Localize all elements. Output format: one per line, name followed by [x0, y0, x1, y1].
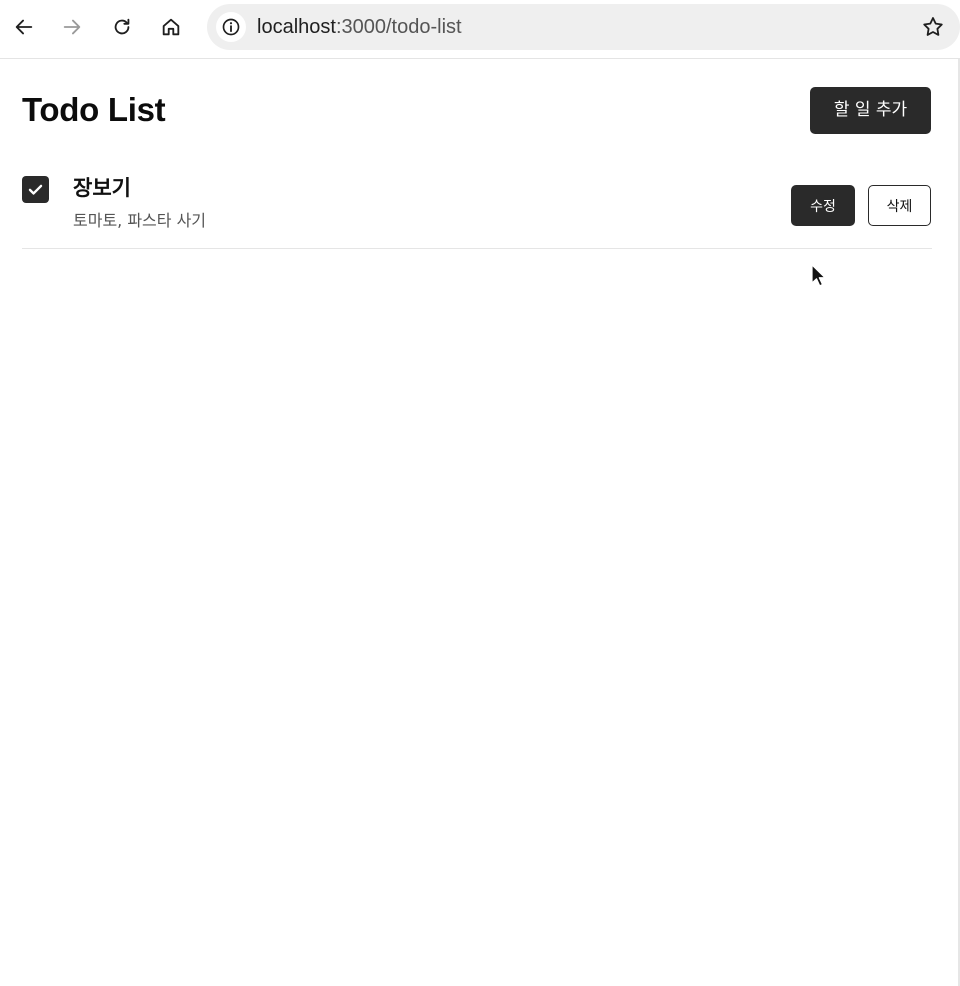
todo-item: 장보기 토마토, 파스타 사기 수정 삭제 [22, 165, 932, 249]
add-todo-button[interactable]: 할 일 추가 [810, 87, 931, 134]
home-icon [162, 18, 180, 36]
bookmark-button[interactable] [920, 14, 946, 40]
page-title: Todo List [22, 91, 166, 128]
address-bar[interactable]: localhost:3000/todo-list [207, 4, 960, 50]
browser-toolbar: localhost:3000/todo-list [0, 0, 960, 59]
url-text[interactable]: localhost:3000/todo-list [257, 15, 462, 39]
home-button[interactable] [156, 11, 186, 43]
arrow-left-icon [15, 19, 33, 35]
checkmark-icon [28, 184, 43, 195]
arrow-right-icon [63, 19, 81, 35]
forward-button[interactable] [57, 11, 87, 43]
edit-button[interactable]: 수정 [791, 185, 855, 226]
url-host: localhost [257, 16, 336, 38]
mouse-pointer-icon [811, 264, 826, 287]
star-icon [923, 17, 943, 36]
back-button[interactable] [9, 11, 39, 43]
reload-icon [114, 18, 130, 35]
site-info-button[interactable] [216, 12, 246, 42]
todo-title: 장보기 [73, 176, 131, 200]
info-icon [222, 18, 240, 36]
todo-checkbox[interactable] [22, 176, 49, 203]
delete-button[interactable]: 삭제 [868, 185, 931, 226]
todo-description: 토마토, 파스타 사기 [73, 211, 207, 230]
url-path: :3000/todo-list [335, 16, 462, 38]
reload-button[interactable] [107, 11, 137, 43]
